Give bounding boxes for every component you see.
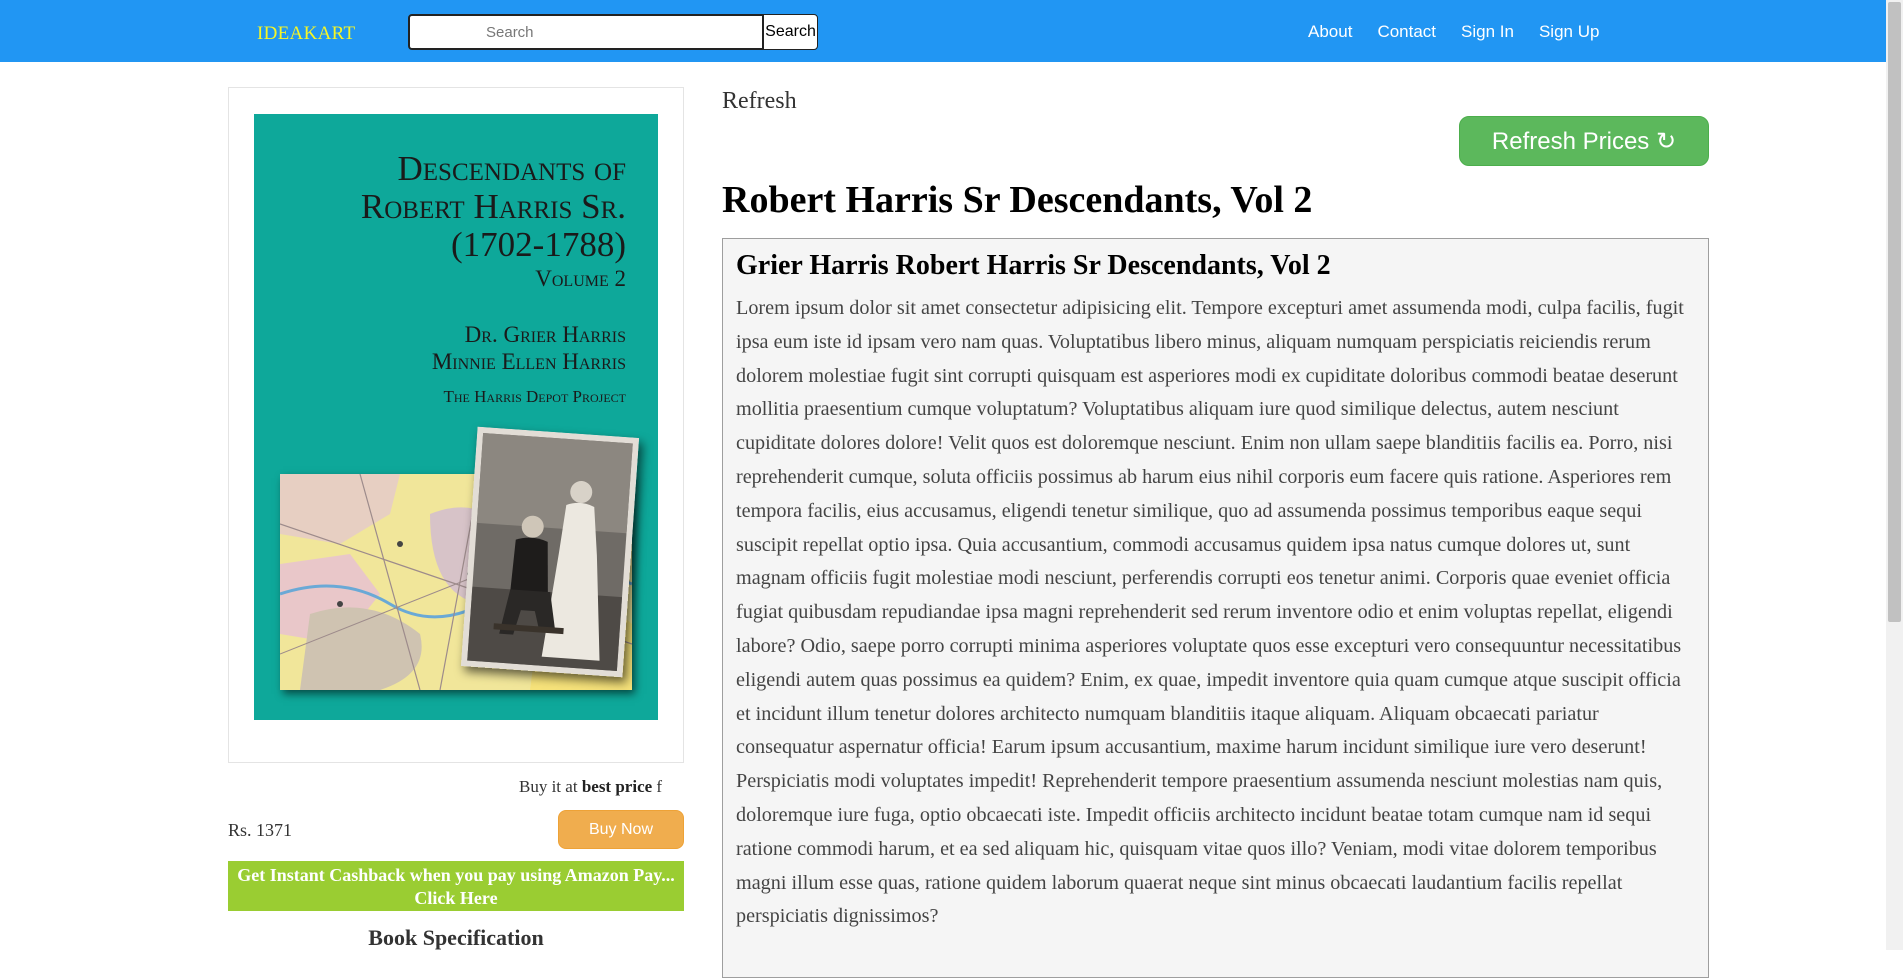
cover-author: Minnie Ellen Harris: [431, 348, 626, 374]
refresh-label: Refresh: [722, 88, 797, 114]
description-title: Grier Harris Robert Harris Sr Descendant…: [736, 250, 1331, 281]
buy-now-button[interactable]: Buy Now: [558, 810, 684, 849]
cover-photograph: [460, 426, 640, 678]
navbar: IDEAKART Search About Contact Sign In Si…: [0, 0, 1903, 62]
best-price-suffix: f: [652, 777, 663, 796]
description-body: Lorem ipsum dolor sit amet consectetur a…: [736, 297, 1684, 928]
book-specification-heading: Book Specification: [368, 925, 544, 950]
search-button[interactable]: Search: [763, 14, 818, 50]
best-price-bold: best price: [581, 777, 653, 796]
cover-title: Descendants of Robert Harris Sr. (1702-1…: [266, 150, 626, 406]
book-cover-image: Descendants of Robert Harris Sr. (1702-1…: [254, 114, 658, 720]
book-price: Rs. 1371: [228, 820, 293, 840]
book-cover-card: Descendants of Robert Harris Sr. (1702-1…: [228, 87, 684, 763]
refresh-prices-button[interactable]: Refresh Prices ↻: [1459, 116, 1709, 166]
nav-link-contact[interactable]: Contact: [1377, 22, 1436, 42]
cover-title-line: (1702-1788): [451, 224, 626, 264]
amazon-pay-cashback-banner[interactable]: Get Instant Cashback when you pay using …: [228, 861, 684, 911]
cover-title-line: Robert Harris Sr.: [360, 186, 626, 226]
nav-link-about[interactable]: About: [1308, 22, 1352, 42]
cover-author: Dr. Grier Harris: [464, 322, 626, 348]
search-input[interactable]: [408, 14, 764, 50]
best-price-prefix: Buy it at: [519, 777, 582, 796]
cover-volume: Volume 2: [535, 266, 626, 292]
nav-link-sign-up[interactable]: Sign Up: [1539, 22, 1599, 42]
page-scrollbar-thumb[interactable]: [1888, 2, 1901, 622]
best-price-text: Buy it at best price f: [519, 777, 684, 797]
nav-links: About Contact Sign In Sign Up: [1308, 22, 1624, 42]
cover-title-line: Descendants of: [397, 149, 627, 188]
nav-link-sign-in[interactable]: Sign In: [1461, 22, 1514, 42]
description-panel: Grier Harris Robert Harris Sr Descendant…: [722, 238, 1709, 978]
cover-project: The Harris Depot Project: [443, 386, 627, 406]
brand-logo[interactable]: IDEAKART: [257, 23, 355, 45]
page-title: Robert Harris Sr Descendants, Vol 2: [722, 179, 1313, 221]
